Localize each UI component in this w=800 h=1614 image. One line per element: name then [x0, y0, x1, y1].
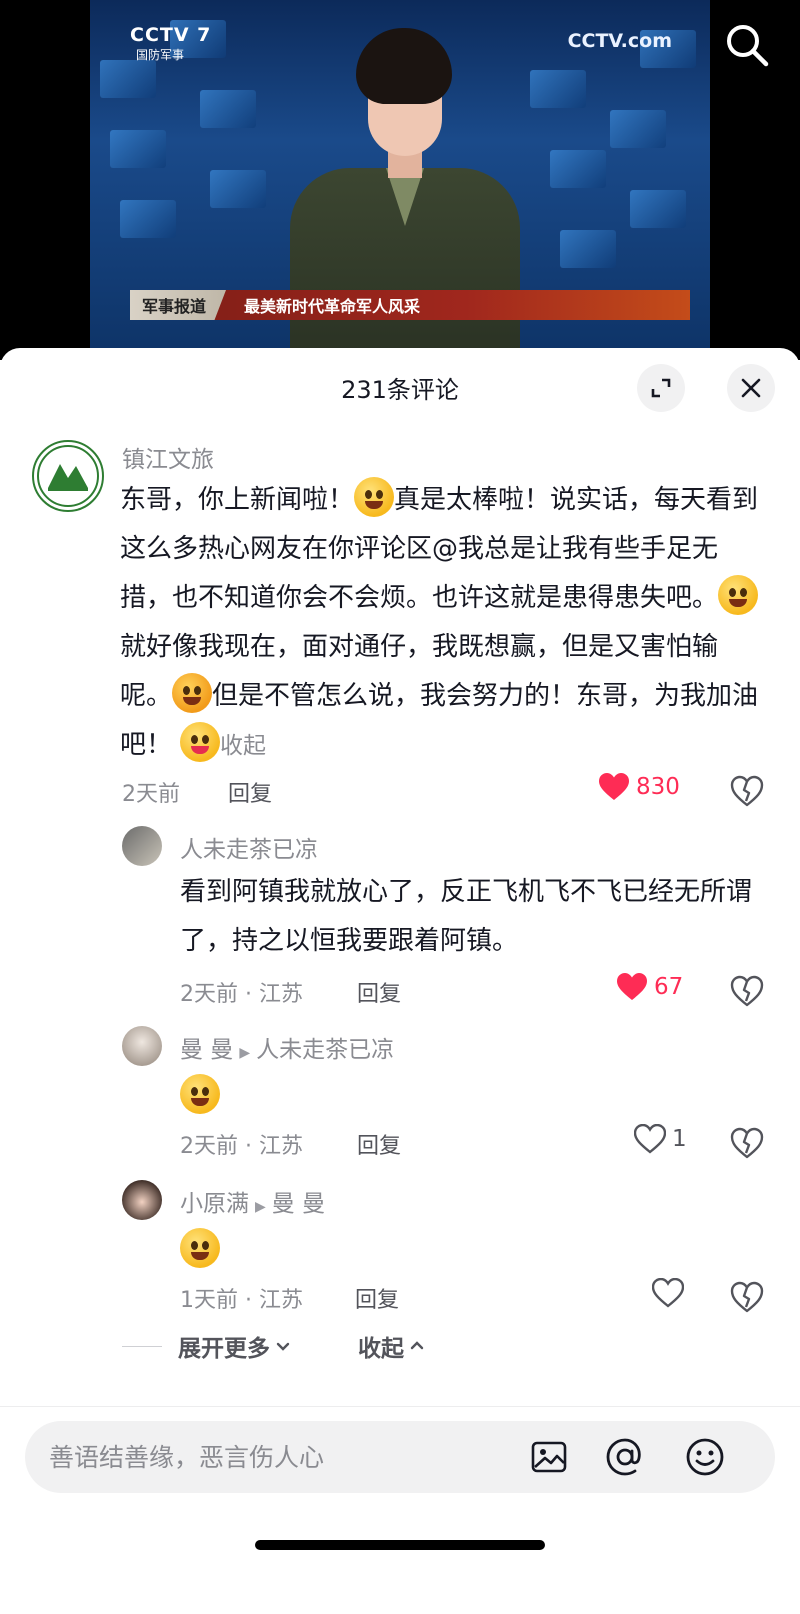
like-button[interactable]: 830: [598, 772, 680, 802]
close-icon: [741, 378, 761, 398]
reply-item: 人未走茶已凉 看到阿镇我就放心了，反正飞机飞不飞已经无所谓了，持之以恒我要跟着阿…: [0, 826, 800, 1008]
heart-filled-icon: [599, 773, 629, 800]
network-logo: CCTV.com: [567, 30, 672, 52]
reply-text: 看到阿镇我就放心了，反正飞机飞不飞已经无所谓了，持之以恒我要跟着阿镇。: [180, 877, 753, 956]
chevron-down-icon: [276, 1342, 290, 1351]
like-count: 1: [672, 1126, 687, 1152]
like-count: 830: [636, 774, 680, 800]
comment-input-bar: [0, 1406, 800, 1614]
expand-button[interactable]: [637, 364, 685, 412]
video-frame: CCTV 7 国防军事 CCTV.com 军事报道 最美新时代革命军人风采: [90, 0, 710, 350]
banner-tag: 军事报道: [130, 290, 227, 320]
heart-hug-emoji-icon: [180, 722, 221, 762]
reply-time-location: 1天前 · 江苏: [180, 1288, 303, 1313]
heart-outline-icon: [652, 1278, 684, 1308]
channel-logo: CCTV 7: [130, 24, 212, 46]
reply-text: [180, 1228, 220, 1268]
reply-button[interactable]: 回复: [357, 976, 401, 1008]
comment-text: 东哥，你上新闻啦！ 真是太棒啦！说实话，每天看到这么多热心网友在你评论区@我总是让…: [120, 476, 760, 771]
replies-toggle-row: 展开更多 收起: [122, 1326, 426, 1366]
determined-emoji-icon: [172, 673, 213, 713]
reply-arrow-icon: ▶: [239, 1045, 251, 1061]
heart-outline-icon: [634, 1124, 666, 1154]
chevron-up-icon: [410, 1341, 424, 1350]
like-button[interactable]: 1: [634, 1124, 687, 1154]
comment-item: 镇江文旅 东哥，你上新闻啦！ 真是太棒啦！说实话，每天看到这么多热心网友在你评论区…: [0, 432, 800, 812]
reply-button[interactable]: 回复: [357, 1128, 401, 1160]
dislike-icon[interactable]: [730, 974, 764, 1008]
reply-username[interactable]: 人未走茶已凉: [180, 830, 318, 864]
like-count: 67: [654, 974, 684, 1000]
avatar[interactable]: [32, 440, 104, 512]
collapse-replies-button[interactable]: 收起: [358, 1329, 426, 1363]
nervous-smile-emoji-icon: [180, 1228, 220, 1268]
dislike-icon[interactable]: [730, 1126, 764, 1160]
like-button[interactable]: 67: [616, 972, 683, 1002]
reply-button[interactable]: 回复: [355, 1282, 399, 1314]
dislike-icon[interactable]: [730, 774, 764, 808]
avatar[interactable]: [122, 826, 162, 866]
expand-more-button[interactable]: 展开更多: [178, 1329, 292, 1363]
reply-item: 小原满 ▶ 曼 曼 1天前 · 江苏 回复: [0, 1180, 800, 1320]
heart-filled-icon: [617, 973, 647, 1000]
collapse-text-button[interactable]: 收起: [220, 733, 266, 759]
nervous-smile-emoji-icon: [718, 575, 759, 615]
home-indicator[interactable]: [255, 1540, 545, 1550]
comments-header: 231条评论: [0, 348, 800, 428]
search-icon[interactable]: [724, 22, 770, 68]
comment-username[interactable]: 镇江文旅: [122, 440, 214, 474]
reply-time-location: 2天前 · 江苏: [180, 1134, 303, 1159]
comment-input[interactable]: [49, 1421, 509, 1493]
laughing-tears-emoji-icon: [180, 1074, 220, 1114]
tourism-logo-icon: [37, 445, 99, 507]
dislike-icon[interactable]: [730, 1280, 764, 1314]
divider: [122, 1345, 162, 1347]
reply-text: [180, 1074, 220, 1114]
reply-button[interactable]: 回复: [228, 776, 272, 808]
channel-name: 国防军事: [136, 48, 185, 62]
reply-username: 小原满 ▶ 曼 曼: [180, 1191, 326, 1217]
expand-icon: [651, 378, 671, 398]
image-icon[interactable]: [529, 1437, 569, 1477]
reply-username: 曼 曼 ▶ 人未走茶已凉: [180, 1037, 395, 1063]
reply-arrow-icon: ▶: [255, 1199, 266, 1215]
avatar[interactable]: [122, 1026, 162, 1066]
comment-time: 2天前: [122, 782, 180, 807]
reply-time-location: 2天前 · 江苏: [180, 982, 303, 1007]
comment-input-box[interactable]: [25, 1421, 775, 1493]
avatar[interactable]: [122, 1180, 162, 1220]
close-button[interactable]: [727, 364, 775, 412]
video-player[interactable]: CCTV 7 国防军事 CCTV.com 军事报道 最美新时代革命军人风采: [0, 0, 800, 360]
news-banner: 军事报道 最美新时代革命军人风采: [130, 290, 690, 320]
shocked-emoji-icon: [354, 477, 395, 517]
mention-icon[interactable]: [605, 1437, 645, 1477]
like-button[interactable]: [652, 1278, 684, 1308]
reply-item: 曼 曼 ▶ 人未走茶已凉 2天前 · 江苏 回复 1: [0, 1026, 800, 1166]
banner-title: 最美新时代革命军人风采: [244, 297, 421, 316]
emoji-icon[interactable]: [685, 1437, 725, 1477]
